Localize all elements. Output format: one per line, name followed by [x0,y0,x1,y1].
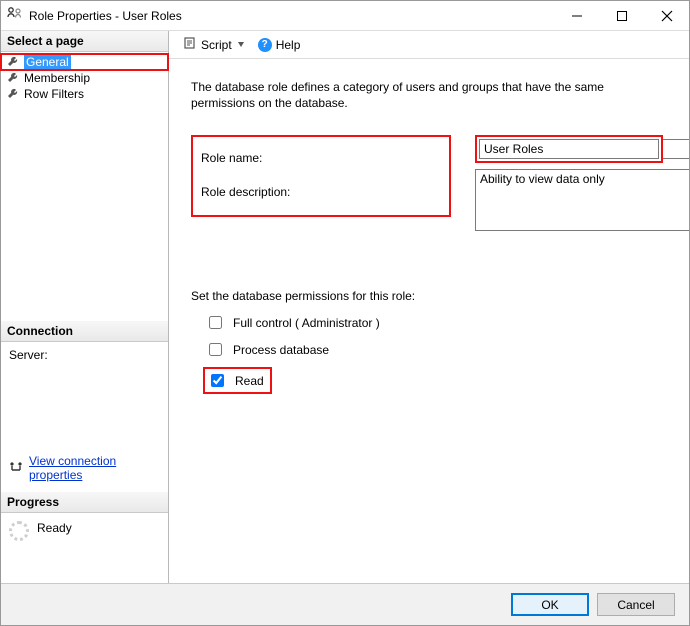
cancel-button[interactable]: Cancel [597,593,675,616]
wrench-icon [5,55,20,69]
role-properties-dialog: Role Properties - User Roles Select a pa… [0,0,690,626]
toolbar: Script ? Help [169,31,689,59]
progress-status: Ready [37,521,72,535]
progress-header: Progress [1,492,168,513]
connection-panel: Server: View connection properties [1,342,168,492]
help-icon: ? [258,38,272,52]
perm-full-control-label: Full control ( Administrator ) [233,316,380,330]
page-label: General [26,55,69,69]
role-description-input[interactable] [475,169,689,231]
sidebar: Select a page General Membership [1,31,169,583]
permissions-group: Set the database permissions for this ro… [191,289,667,394]
main-panel: Script ? Help The database role defines … [169,31,689,583]
intro-text: The database role defines a category of … [191,79,651,111]
page-list: General Membership Row Filters [1,52,168,104]
perm-full-control-row[interactable]: Full control ( Administrator ) [205,313,667,332]
perm-read-label: Read [235,374,264,388]
maximize-button[interactable] [599,1,644,30]
connection-icon [9,460,23,477]
role-name-label: Role name: [201,149,321,165]
role-name-input-highlight [475,135,663,163]
page-item-general[interactable]: General [1,54,168,70]
view-connection-properties-link[interactable]: View connection properties [29,454,168,482]
script-icon [183,36,197,53]
role-icon [7,6,23,25]
dialog-footer: OK Cancel [1,583,689,625]
perm-full-control-checkbox[interactable] [209,316,222,329]
page-item-membership[interactable]: Membership [1,70,168,86]
perm-read-checkbox[interactable] [211,374,224,387]
perm-read-highlight: Read [203,367,272,394]
titlebar: Role Properties - User Roles [1,1,689,31]
wrench-icon [5,87,20,101]
perm-process-row[interactable]: Process database [205,340,667,359]
progress-panel: Ready [1,513,168,583]
connection-header: Connection [1,321,168,342]
window-title: Role Properties - User Roles [29,9,182,23]
permissions-label: Set the database permissions for this ro… [191,289,667,303]
role-name-input[interactable] [479,139,659,159]
perm-process-label: Process database [233,343,329,357]
dropdown-icon [238,42,244,47]
minimize-button[interactable] [554,1,599,30]
role-name-input-ext[interactable] [663,139,689,159]
script-button[interactable]: Script [179,34,248,55]
ok-button[interactable]: OK [511,593,589,616]
page-label: Row Filters [24,87,84,101]
page-label: Membership [24,71,90,85]
page-item-row-filters[interactable]: Row Filters [1,86,168,102]
select-page-header: Select a page [1,31,168,52]
server-label: Server: [9,348,160,362]
progress-spinner-icon [9,521,29,541]
perm-process-checkbox[interactable] [209,343,222,356]
help-label: Help [276,38,301,52]
role-description-label: Role description: [201,183,321,199]
close-button[interactable] [644,1,689,30]
help-button[interactable]: ? Help [254,36,305,54]
content-area: The database role defines a category of … [169,59,689,583]
script-label: Script [201,38,232,52]
wrench-icon [5,71,20,85]
role-name-highlight: Role name: Role description: [191,135,451,217]
